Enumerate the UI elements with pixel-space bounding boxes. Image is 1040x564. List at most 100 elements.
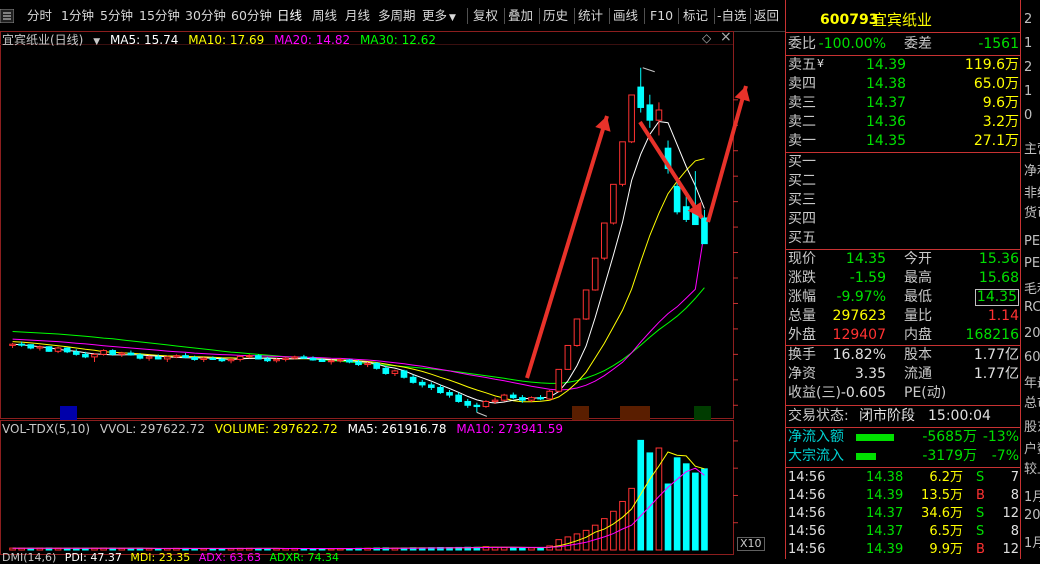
fund-flow-pct: -13% xyxy=(982,429,1019,445)
candle-body xyxy=(173,355,180,358)
overlay-button[interactable]: 叠加 xyxy=(508,6,533,26)
side-strip-item: 非经 xyxy=(1024,186,1040,201)
volume-ma10-label: MA10: 273941.59 xyxy=(456,422,563,436)
bid-level-label: 买五 xyxy=(788,230,816,246)
event-marker-bg xyxy=(620,406,650,420)
candle-body xyxy=(273,358,280,362)
stat-value: 15.36 xyxy=(978,251,1019,267)
candle-body xyxy=(300,356,308,359)
collapse-icon[interactable]: ▼ xyxy=(93,37,100,47)
candle-body xyxy=(27,344,35,349)
side-strip-item: 股东 xyxy=(1024,420,1040,435)
tick-price: 14.39 xyxy=(866,488,904,503)
tick-count: 8 xyxy=(1010,488,1019,503)
bid-level-label: 买四 xyxy=(788,211,816,227)
volume-bar xyxy=(619,500,626,551)
candle-body xyxy=(519,397,526,401)
bid-row: 买一 xyxy=(786,153,1021,172)
trend-arrow[interactable] xyxy=(525,115,611,379)
candle-body xyxy=(127,352,135,356)
volume-bar xyxy=(519,547,526,551)
tab-15min[interactable]: 15分钟 xyxy=(139,6,180,26)
candle-body xyxy=(428,384,435,388)
ma-legend: 宜宾纸业(日线) ▼ MA5: 15.74 MA10: 17.69 MA20: … xyxy=(0,31,785,47)
yen-icon: ¥ xyxy=(817,57,824,70)
candle-body xyxy=(600,222,608,259)
tick-volume: 13.5万 xyxy=(921,488,963,503)
tab-fenshi[interactable]: 分时 xyxy=(27,6,52,26)
tick-row: 14:56 14.39 9.9万 B 12 xyxy=(786,541,1021,559)
close-icon[interactable]: × xyxy=(720,29,732,45)
trade-status-label: 交易状态: xyxy=(788,408,849,424)
tab-30min[interactable]: 30分钟 xyxy=(185,6,226,26)
trend-arrow[interactable] xyxy=(706,85,750,223)
volume-bar xyxy=(646,452,654,551)
candle-body xyxy=(100,350,107,355)
menu-icon[interactable] xyxy=(0,6,24,26)
stats-button[interactable]: 统计 xyxy=(578,6,603,26)
quote-stat-row: 涨幅 -9.97% 最低 14.35 xyxy=(786,288,1021,307)
weicha-label: 委差 xyxy=(904,36,932,52)
candle-body xyxy=(509,394,517,399)
stat-value: -1.59 xyxy=(849,270,886,286)
divider xyxy=(504,8,505,24)
bid-level-label: 买三 xyxy=(788,192,816,208)
candle-body xyxy=(500,394,508,401)
fund-flow-pct: -7% xyxy=(991,448,1019,464)
candle-body xyxy=(364,362,371,366)
volume-bar xyxy=(664,483,672,551)
back-button[interactable]: 返回 xyxy=(754,6,779,26)
fund-flow-label: 净流入额 xyxy=(788,429,844,445)
tab-weekly[interactable]: 周线 xyxy=(312,6,337,26)
tab-more[interactable]: 更多 ▼ xyxy=(422,6,456,26)
tab-5min[interactable]: 5分钟 xyxy=(100,6,133,26)
stat-label: 最高 xyxy=(904,270,932,286)
candle-body xyxy=(555,368,563,392)
trend-arrow-line xyxy=(706,85,748,223)
ask-level-label: 卖五 xyxy=(788,57,816,73)
fundamental-label: 收益(三) xyxy=(788,385,841,401)
tick-time: 14:56 xyxy=(788,506,826,521)
chevron-down-icon: ▼ xyxy=(449,13,456,23)
kline-chart[interactable] xyxy=(0,30,785,559)
tab-monthly[interactable]: 月线 xyxy=(345,6,370,26)
tab-1min[interactable]: 1分钟 xyxy=(61,6,94,26)
volume-unit-badge: X10 xyxy=(737,537,765,551)
side-strip-item: 20 xyxy=(1024,508,1040,523)
divider xyxy=(750,8,751,24)
volume-bar xyxy=(528,547,535,551)
weibi-value: -100.00% xyxy=(818,36,886,52)
draw-line-button[interactable]: 画线 xyxy=(613,6,638,26)
candle-body xyxy=(482,400,490,408)
remove-watchlist-button[interactable]: -自选 xyxy=(717,6,747,26)
fundamental-value: 3.35 xyxy=(854,366,886,382)
tick-count: 8 xyxy=(1010,524,1019,539)
dmi-legend: DMI(14,6) PDI: 47.37 MDI: 23.35 ADX: 63.… xyxy=(0,551,344,564)
weicha-value: -1561 xyxy=(978,36,1019,52)
diamond-icon[interactable]: ◇ xyxy=(702,31,711,45)
ask-price: 14.37 xyxy=(866,95,907,111)
tab-daily[interactable]: 日线 xyxy=(277,6,302,26)
candle-body xyxy=(473,404,481,408)
tab-multi-period[interactable]: 多周期 xyxy=(378,6,416,26)
history-button[interactable]: 历史 xyxy=(543,6,568,26)
fundamental-label: 股本 xyxy=(904,347,932,363)
f10-button[interactable]: F10 xyxy=(650,6,673,26)
fund-flow-value: -3179万 xyxy=(922,448,977,464)
mark-button[interactable]: 标记 xyxy=(683,6,708,26)
candle-body xyxy=(309,357,317,361)
fundamental-value: -0.605 xyxy=(840,385,886,401)
bid-row: 买五 xyxy=(786,229,1021,248)
volume-ma5-label: MA5: 261916.78 xyxy=(347,422,447,436)
tab-60min[interactable]: 60分钟 xyxy=(231,6,272,26)
stock-name: 宜宾纸业 xyxy=(872,11,933,29)
candle-body xyxy=(409,376,417,383)
ask-volume: 119.6万 xyxy=(964,57,1019,73)
trend-arrow[interactable] xyxy=(638,120,704,220)
ask-row: 卖五 ¥14.39 119.6万 xyxy=(786,56,1021,75)
candle-body xyxy=(182,355,189,358)
volume-bar xyxy=(500,547,508,551)
candle-body xyxy=(45,346,53,352)
volume-bar xyxy=(701,468,708,551)
fuquan-button[interactable]: 复权 xyxy=(473,6,498,26)
